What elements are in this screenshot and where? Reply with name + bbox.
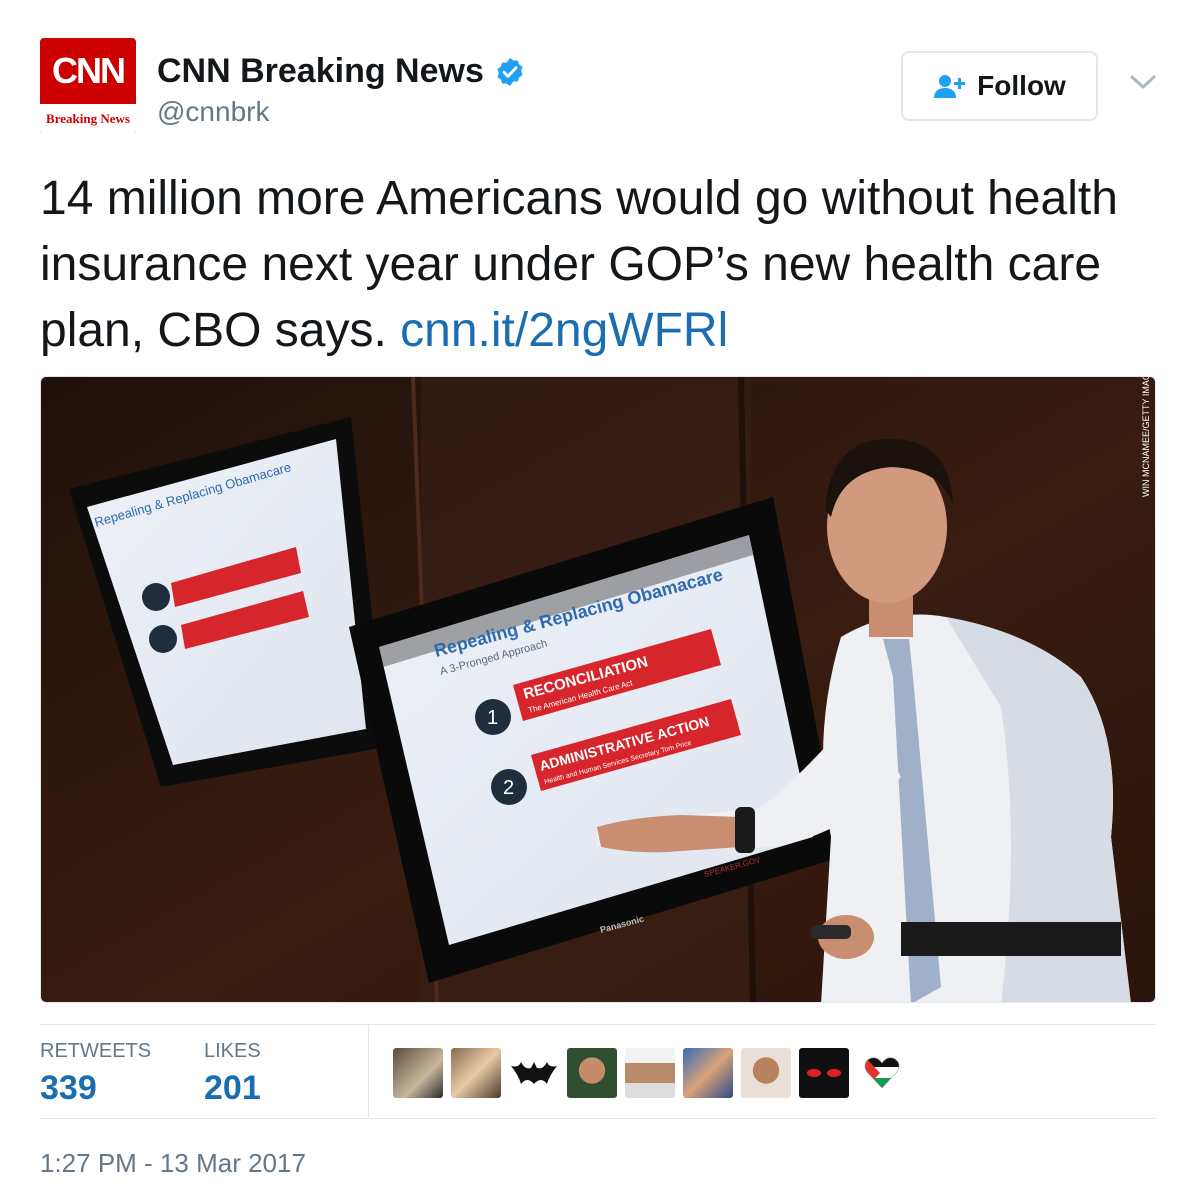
- slide-item2-number: 2: [503, 777, 514, 799]
- display-name[interactable]: CNN Breaking News: [157, 52, 484, 91]
- account-name-row[interactable]: CNN Breaking News: [157, 52, 526, 91]
- chevron-down-icon[interactable]: [1128, 72, 1158, 92]
- retweets-count: 339: [40, 1069, 97, 1107]
- stats-divider-top: [40, 1024, 1156, 1025]
- follow-button[interactable]: Follow: [901, 51, 1098, 121]
- red-eyes-icon: [807, 1069, 841, 1077]
- cnn-logo: CNN: [52, 50, 126, 91]
- stats-separator: [368, 1024, 369, 1118]
- add-user-icon: [934, 75, 966, 98]
- liker-avatar[interactable]: [741, 1048, 791, 1098]
- liker-avatar[interactable]: [625, 1048, 675, 1098]
- liker-avatar[interactable]: [799, 1048, 849, 1098]
- liker-avatar[interactable]: [509, 1048, 559, 1098]
- liker-avatar[interactable]: [567, 1048, 617, 1098]
- slide-item1-number: 1: [487, 707, 498, 729]
- stats-divider-bottom: [40, 1118, 1156, 1119]
- tweet-text: 14 million more Americans would go witho…: [40, 166, 1160, 364]
- likes-label: LIKES: [204, 1040, 261, 1062]
- liker-avatar[interactable]: [683, 1048, 733, 1098]
- liker-avatar[interactable]: [393, 1048, 443, 1098]
- avatar-caption: Breaking News: [40, 104, 136, 134]
- likes-count: 201: [204, 1069, 261, 1107]
- bat-logo-icon: [511, 1062, 557, 1084]
- press-conference-photo: Repealing & Replacing Obamacare Repealin…: [41, 377, 1155, 1002]
- account-avatar[interactable]: CNN Breaking News: [40, 38, 136, 134]
- heart-flag-icon: [864, 1057, 900, 1089]
- tweet-photo[interactable]: Repealing & Replacing Obamacare Repealin…: [40, 376, 1156, 1003]
- liker-avatar[interactable]: [451, 1048, 501, 1098]
- likes-stat[interactable]: LIKES 201: [204, 1040, 261, 1108]
- tweet-card: CNN Breaking News CNN Breaking News @cnn…: [0, 0, 1200, 1200]
- follow-label: Follow: [977, 70, 1066, 101]
- photo-credit: WIN MCNAMEE/GETTY IMAGES: [1141, 377, 1151, 497]
- tweet-timestamp[interactable]: 1:27 PM - 13 Mar 2017: [40, 1148, 306, 1179]
- retweets-stat[interactable]: RETWEETS 339: [40, 1040, 151, 1108]
- verified-badge-icon: [497, 57, 523, 86]
- liker-avatar[interactable]: [857, 1048, 907, 1098]
- liker-avatars: [393, 1048, 907, 1098]
- tweet-link[interactable]: cnn.it/2ngWFRl: [400, 304, 728, 357]
- retweets-label: RETWEETS: [40, 1040, 152, 1062]
- account-handle[interactable]: @cnnbrk: [157, 96, 269, 128]
